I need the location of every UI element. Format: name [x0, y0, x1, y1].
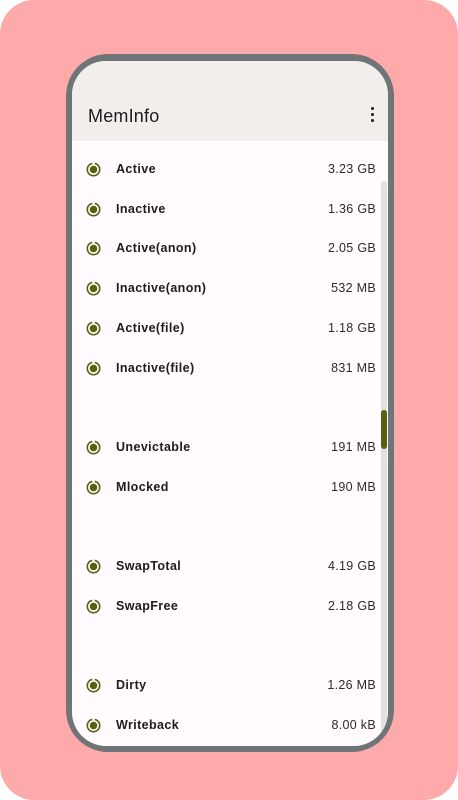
- radio-circle-icon: [86, 559, 101, 574]
- radio-circle-icon: [86, 718, 101, 733]
- item-value: 2.18 GB: [328, 599, 376, 613]
- item-value: 1.36 GB: [328, 202, 376, 216]
- item-value: 1.26 MB: [327, 678, 376, 692]
- item-value: 532 MB: [331, 281, 376, 295]
- item-label: Inactive: [116, 202, 166, 216]
- scrollbar-thumb[interactable]: [381, 410, 387, 449]
- radio-circle-icon: [86, 440, 101, 455]
- meminfo-list[interactable]: Active 3.23 GB Inactive 1.36 GB Active(a…: [72, 141, 388, 746]
- radio-circle-icon: [86, 162, 101, 177]
- item-label: Active(anon): [116, 241, 197, 255]
- list-item-active[interactable]: Active 3.23 GB: [72, 150, 376, 190]
- item-value: 831 MB: [331, 361, 376, 375]
- radio-circle-icon: [86, 678, 101, 693]
- radio-circle-icon: [86, 281, 101, 296]
- more-vert-icon[interactable]: [368, 107, 376, 125]
- radio-circle-icon: [86, 202, 101, 217]
- item-value: 1.18 GB: [328, 321, 376, 335]
- item-label: Inactive(file): [116, 361, 195, 375]
- list-item-active-anon[interactable]: Active(anon) 2.05 GB: [72, 229, 376, 269]
- item-value: 191 MB: [331, 440, 376, 454]
- item-label: Active(file): [116, 321, 185, 335]
- app-screen: MemInfo Active 3.23 GB Inactive 1.36 GB …: [72, 61, 388, 746]
- item-value: 3.23 GB: [328, 162, 376, 176]
- list-item-dirty[interactable]: Dirty 1.26 MB: [72, 666, 376, 706]
- list-item-swaptotal[interactable]: SwapTotal 4.19 GB: [72, 547, 376, 587]
- list-item-inactive[interactable]: Inactive 1.36 GB: [72, 190, 376, 230]
- list-item-writeback[interactable]: Writeback 8.00 kB: [72, 706, 376, 746]
- item-value: 2.05 GB: [328, 241, 376, 255]
- item-value: 190 MB: [331, 480, 376, 494]
- item-value: 8.00 kB: [331, 718, 376, 732]
- list-item-active-file[interactable]: Active(file) 1.18 GB: [72, 309, 376, 349]
- list-item-mlocked[interactable]: Mlocked 190 MB: [72, 468, 376, 508]
- scrollbar-track[interactable]: [381, 181, 387, 736]
- item-value: 4.19 GB: [328, 559, 376, 573]
- top-app-bar: MemInfo: [72, 61, 388, 141]
- radio-circle-icon: [86, 480, 101, 495]
- radio-circle-icon: [86, 321, 101, 336]
- radio-circle-icon: [86, 599, 101, 614]
- item-label: SwapTotal: [116, 559, 182, 573]
- page-title: MemInfo: [88, 106, 160, 126]
- item-label: Active: [116, 162, 156, 176]
- list-item-inactive-anon[interactable]: Inactive(anon) 532 MB: [72, 269, 376, 309]
- radio-circle-icon: [86, 241, 101, 256]
- list-item-unevictable[interactable]: Unevictable 191 MB: [72, 428, 376, 468]
- item-label: Inactive(anon): [116, 281, 207, 295]
- item-label: Dirty: [116, 678, 147, 692]
- item-label: Writeback: [116, 718, 180, 732]
- item-label: Unevictable: [116, 440, 191, 454]
- item-label: Mlocked: [116, 480, 169, 494]
- list-item-inactive-file[interactable]: Inactive(file) 831 MB: [72, 349, 376, 389]
- list-item-swapfree[interactable]: SwapFree 2.18 GB: [72, 587, 376, 627]
- radio-circle-icon: [86, 361, 101, 376]
- item-label: SwapFree: [116, 599, 179, 613]
